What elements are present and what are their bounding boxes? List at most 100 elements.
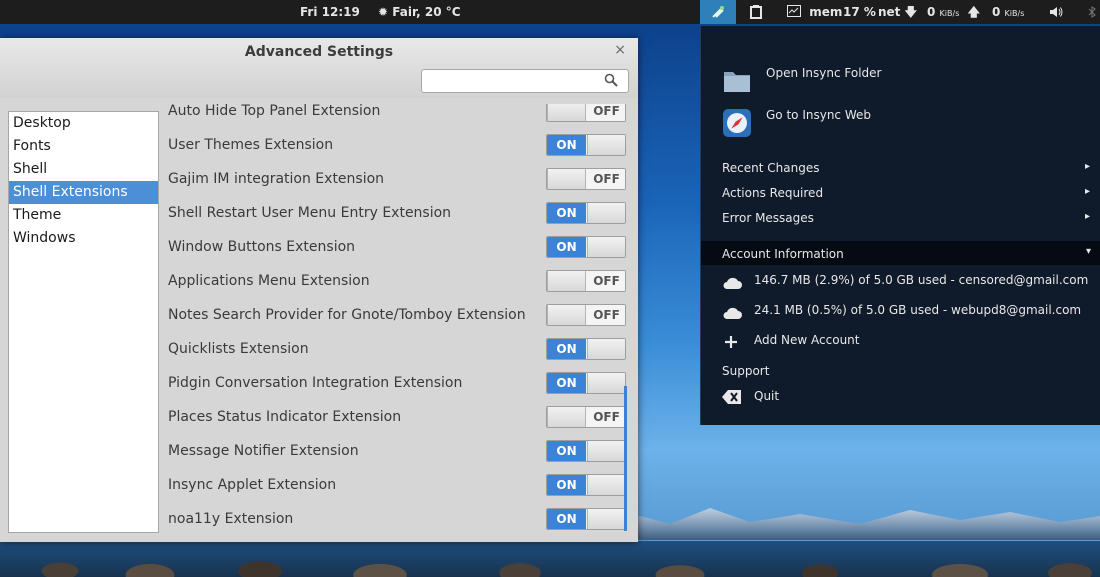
menu-item-support[interactable]: Support — [722, 364, 769, 378]
sidebar-item-shell-extensions[interactable]: Shell Extensions — [9, 181, 158, 204]
toggle-state: OFF — [587, 104, 625, 121]
expand-arrow-icon: ▾ — [1085, 246, 1091, 257]
submenu-arrow-icon: ▸ — [1084, 161, 1090, 172]
cloud-icon — [723, 307, 742, 319]
sun-icon: ✹ — [378, 5, 389, 19]
menu-item-add-new-account[interactable]: Add New Account — [754, 333, 860, 347]
toggle-state: OFF — [587, 169, 625, 189]
plus-icon — [725, 336, 737, 348]
toggle-knob — [587, 135, 625, 155]
toggle-knob — [547, 407, 586, 427]
extension-label: Applications Menu Extension — [168, 273, 370, 289]
search-input[interactable] — [421, 69, 629, 93]
sidebar-item-fonts[interactable]: Fonts — [9, 135, 158, 158]
mem-label: mem — [809, 5, 843, 19]
extension-row: Gajim IM integration Extension OFF — [160, 163, 630, 197]
extension-row: Notes Search Provider for Gnote/Tomboy E… — [160, 299, 630, 333]
toggle-state: OFF — [587, 305, 625, 325]
window-title: Advanced Settings — [244, 44, 394, 60]
sidebar-item-windows[interactable]: Windows — [9, 227, 158, 250]
extensions-list: Auto Hide Top Panel Extension OFF User T… — [160, 104, 638, 535]
extension-label: Shell Restart User Menu Entry Extension — [168, 205, 452, 221]
quit-icon — [722, 390, 741, 404]
net-label: net 🡇 — [878, 0, 917, 24]
toggle-knob — [587, 373, 625, 393]
extension-toggle[interactable]: ON — [546, 338, 626, 360]
close-button[interactable]: × — [614, 42, 626, 58]
sidebar-item-desktop[interactable]: Desktop — [9, 112, 158, 135]
extension-label: Pidgin Conversation Integration Extensio… — [168, 375, 463, 391]
account-usage-2[interactable]: 24.1 MB (0.5%) of 5.0 GB used - webupd8@… — [754, 303, 1081, 317]
extension-toggle[interactable]: ON — [546, 372, 626, 394]
extension-row: User Themes Extension ON — [160, 129, 630, 163]
extension-row: Pidgin Conversation Integration Extensio… — [160, 367, 630, 401]
account-information-header[interactable]: Account Information ▾ — [701, 241, 1100, 265]
wallpaper-rocks — [0, 541, 1100, 577]
clock[interactable]: Fri 12:19 — [300, 0, 360, 24]
menu-item-actions-required[interactable]: Actions Required — [722, 186, 823, 200]
toggle-state: ON — [547, 373, 586, 393]
submenu-arrow-icon: ▸ — [1084, 211, 1090, 222]
window-titlebar[interactable]: Advanced Settings × — [0, 38, 638, 98]
download-speed: 0 KiB/s 🡅 — [927, 0, 980, 24]
extension-toggle[interactable]: ON — [546, 508, 626, 530]
sidebar-item-shell[interactable]: Shell — [9, 158, 158, 181]
extension-row: noa11y Extension ON — [160, 503, 630, 535]
search-icon — [604, 73, 618, 87]
toggle-knob — [547, 305, 586, 325]
toggle-knob — [587, 203, 625, 223]
insync-indicator-button[interactable] — [700, 0, 736, 24]
extension-label: Window Buttons Extension — [168, 239, 356, 255]
submenu-arrow-icon: ▸ — [1084, 186, 1090, 197]
advanced-settings-window: Advanced Settings × Desktop Fonts Shell … — [0, 38, 638, 542]
extension-row: Message Notifier Extension ON — [160, 435, 630, 469]
menu-item-quit[interactable]: Quit — [754, 389, 779, 403]
toggle-knob — [587, 339, 625, 359]
extension-label: Message Notifier Extension — [168, 443, 359, 459]
arrow-down-icon: 🡇 — [904, 5, 917, 19]
upload-value: 0 — [992, 5, 1001, 19]
extension-toggle[interactable]: OFF — [546, 406, 626, 428]
extension-label: User Themes Extension — [168, 137, 334, 153]
toggle-state: OFF — [587, 407, 625, 427]
toggle-knob — [547, 271, 586, 291]
insync-icon — [712, 6, 724, 18]
toggle-state: ON — [547, 475, 586, 495]
weather-indicator[interactable]: ✹ Fair, 20 °C — [378, 0, 461, 24]
cpu-unit: % — [863, 5, 876, 19]
extension-toggle[interactable]: ON — [546, 202, 626, 224]
extension-row: Applications Menu Extension OFF — [160, 265, 630, 299]
extension-row: Quicklists Extension ON — [160, 333, 630, 367]
volume-icon[interactable] — [1049, 0, 1063, 24]
arrow-up-icon: 🡅 — [967, 5, 980, 19]
toggle-knob — [587, 475, 625, 495]
extension-label: Gajim IM integration Extension — [168, 171, 385, 187]
insync-menu: Open Insync Folder Go to Insync Web Rece… — [700, 26, 1100, 425]
menu-item-recent-changes[interactable]: Recent Changes — [722, 161, 819, 175]
menu-item-open-insync-folder[interactable]: Open Insync Folder — [766, 66, 881, 80]
download-value: 0 — [927, 5, 936, 19]
extension-toggle[interactable]: OFF — [546, 270, 626, 292]
extension-label: Notes Search Provider for Gnote/Tomboy E… — [168, 307, 526, 323]
extension-toggle[interactable]: OFF — [546, 304, 626, 326]
extension-toggle[interactable]: ON — [546, 474, 626, 496]
extension-toggle[interactable]: OFF — [546, 104, 626, 122]
clipboard-icon[interactable] — [750, 0, 762, 24]
list-scrollbar[interactable] — [624, 386, 627, 531]
menu-item-error-messages[interactable]: Error Messages — [722, 211, 814, 225]
bluetooth-icon[interactable] — [1088, 0, 1096, 24]
toggle-state: OFF — [587, 271, 625, 291]
extension-toggle[interactable]: ON — [546, 440, 626, 462]
account-information-label: Account Information — [722, 247, 844, 261]
extension-toggle[interactable]: OFF — [546, 168, 626, 190]
upload-unit: KiB/s — [1004, 9, 1025, 18]
extension-toggle[interactable]: ON — [546, 236, 626, 258]
extension-label: Quicklists Extension — [168, 341, 309, 357]
account-usage-1[interactable]: 146.7 MB (2.9%) of 5.0 GB used - censore… — [754, 273, 1088, 287]
system-monitor[interactable]: mem — [787, 0, 842, 24]
sidebar-item-theme[interactable]: Theme — [9, 204, 158, 227]
menu-item-go-to-insync-web[interactable]: Go to Insync Web — [766, 108, 871, 122]
toggle-state: ON — [547, 509, 586, 529]
extension-toggle[interactable]: ON — [546, 134, 626, 156]
net-text: net — [878, 5, 901, 19]
